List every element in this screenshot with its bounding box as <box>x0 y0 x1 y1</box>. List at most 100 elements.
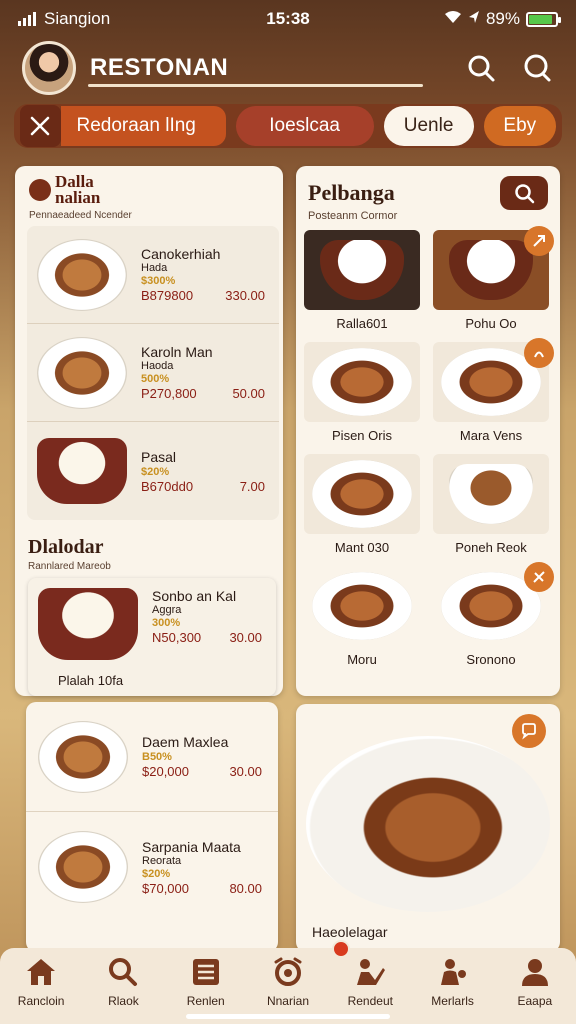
menu-card[interactable]: Daem Maxlea B50% $20,000 30.00 <box>26 702 278 812</box>
nav-item-search[interactable]: Rlaok <box>83 956 163 1008</box>
grid-dish[interactable]: Mara Vens <box>433 338 554 454</box>
nav-item-profile[interactable]: Eaapa <box>495 956 575 1008</box>
nav-item-reader[interactable]: Rendeut <box>330 956 410 1008</box>
filter-bar: Redoraan lIng Ioeslcaa Uenle Eby <box>14 104 562 148</box>
dish-image <box>38 588 138 660</box>
dish-image <box>37 238 127 311</box>
panel-subtitle: Pennaeadeed Ncender <box>29 210 132 221</box>
nav-item-community[interactable]: Merlarls <box>413 956 493 1008</box>
dish-discount: B50% <box>142 751 172 763</box>
grid-dish[interactable]: Pisen Oris <box>304 342 423 454</box>
search-icon <box>524 54 551 82</box>
panel-subtitle: Posteanm Cormor <box>308 210 398 222</box>
panel-search-button[interactable] <box>500 176 548 210</box>
title-underline <box>88 84 423 87</box>
nav-label: Rendeut <box>347 994 393 1008</box>
section-title: Dlalodar <box>28 536 104 558</box>
battery-percent: 89% <box>485 9 520 28</box>
grid-dish[interactable]: Moru <box>304 566 423 678</box>
dish-image <box>304 342 420 422</box>
dish-image <box>304 566 420 646</box>
brand: Dalla nalian <box>29 173 165 207</box>
left-bottom-panel: Daem Maxlea B50% $20,000 30.00 Sarpania M… <box>26 702 278 952</box>
section-subtitle: Rannlared Mareob <box>28 561 111 572</box>
featured-caption: Haeolelagar <box>312 924 388 940</box>
featured-dish-panel[interactable]: Haeolelagar <box>296 704 560 952</box>
dish-label: Poneh Reok <box>455 540 527 555</box>
page-title: RESTONAN <box>90 54 229 81</box>
nav-item-home[interactable]: Rancloin <box>1 956 81 1008</box>
grid-dish[interactable]: Sronono <box>433 562 554 678</box>
dish-label: Pisen Oris <box>332 428 392 443</box>
dish-name: Daem Maxlea <box>142 734 229 750</box>
favorite-badge-icon[interactable] <box>524 562 554 592</box>
grid-dish[interactable]: Ralla601 <box>304 230 423 342</box>
dish-value: 50.00 <box>232 386 265 401</box>
dish-amount: N50,300 <box>152 630 202 645</box>
dish-name: Pasal <box>141 448 177 465</box>
dish-discount: 300% <box>152 617 181 629</box>
favorite-badge-icon[interactable] <box>524 338 554 368</box>
close-filter-button[interactable] <box>20 105 61 147</box>
home-indicator[interactable] <box>186 1014 390 1019</box>
nav-label: Rlaok <box>108 994 139 1008</box>
grid-dish[interactable]: Pohu Oo <box>433 226 554 342</box>
filter-chip-primary[interactable]: Redoraan lIng <box>60 106 226 146</box>
dish-value: 80.00 <box>229 880 262 896</box>
grid-dish[interactable]: Poneh Reok <box>433 454 552 566</box>
dish-name: Karoln Man <box>141 344 213 360</box>
dish-image <box>433 454 549 534</box>
signal-icon <box>18 12 36 26</box>
menu-card[interactable]: Sarpania Maata Reorata $20% $70,000 80.00 <box>26 812 278 922</box>
wifi-icon <box>444 9 462 29</box>
nav-item-menu[interactable]: Renlen <box>166 956 246 1008</box>
menu-card[interactable]: Karoln Man Haoda 500% P270,800 50.00 <box>27 324 279 422</box>
nav-item-alarm[interactable]: Nnarian <box>248 956 328 1008</box>
search-icon <box>109 958 138 986</box>
nav-label: Nnarian <box>266 994 309 1008</box>
dish-image <box>37 336 127 409</box>
dish-discount: 500% <box>141 373 170 385</box>
featured-card[interactable]: Sonbo an Kal Aggra 300% N50,300 30.00 Pla… <box>28 578 276 696</box>
notification-dot <box>332 940 350 958</box>
filter-chip-light[interactable]: Uenle <box>383 106 474 146</box>
dish-amount: $70,000 <box>142 880 189 896</box>
dish-sub: Haoda <box>141 360 174 372</box>
menu-card-list: Canokerhiah Hada $300% B879800 330.00 Kar… <box>27 226 279 520</box>
nav-label: Renlen <box>186 994 225 1008</box>
dish-value: 30.00 <box>229 630 262 645</box>
dish-discount: $20% <box>142 867 171 880</box>
profile-icon <box>521 959 548 986</box>
app-header: RESTONAN <box>0 38 576 98</box>
grid-dish[interactable]: Mant 030 <box>304 454 423 566</box>
dish-name: Sarpania Maata <box>142 838 241 855</box>
location-icon <box>468 9 480 29</box>
favorite-badge-icon[interactable] <box>524 226 554 256</box>
featured-dish-image <box>306 736 550 912</box>
right-menu-panel: Pelbanga Posteanm Cormor Ralla601 Pohu O… <box>296 166 560 696</box>
dish-discount: $300% <box>141 275 176 287</box>
home-icon <box>27 959 56 985</box>
dish-label: Pohu Oo <box>465 316 517 331</box>
dish-image <box>304 230 420 310</box>
search-button[interactable] <box>464 51 498 85</box>
carrier-name: Siangion <box>44 9 111 28</box>
menu-card[interactable]: Canokerhiah Hada $300% B879800 330.00 <box>27 226 279 324</box>
dish-value: 330.00 <box>225 288 265 303</box>
menu-card[interactable]: Pasal $20% B670dd0 7.00 <box>27 422 279 520</box>
dish-label: Mant 030 <box>334 540 390 555</box>
dish-image <box>38 720 128 793</box>
brand-line2: nalian <box>55 188 101 207</box>
dish-sub: Aggra <box>152 604 182 616</box>
filter-chip-secondary[interactable]: Ioeslcaa <box>235 106 374 146</box>
dish-sub: Hada <box>141 262 168 274</box>
search-button-secondary[interactable] <box>520 51 554 85</box>
filter-chip-orange[interactable]: Eby <box>483 106 557 146</box>
menu-list-icon <box>192 959 219 985</box>
dish-image <box>38 831 128 903</box>
nav-label: Merlarls <box>431 994 474 1008</box>
dish-name: Canokerhiah <box>141 246 221 262</box>
dish-image <box>304 454 420 534</box>
chat-badge-icon[interactable] <box>512 714 546 748</box>
avatar[interactable] <box>22 41 76 95</box>
